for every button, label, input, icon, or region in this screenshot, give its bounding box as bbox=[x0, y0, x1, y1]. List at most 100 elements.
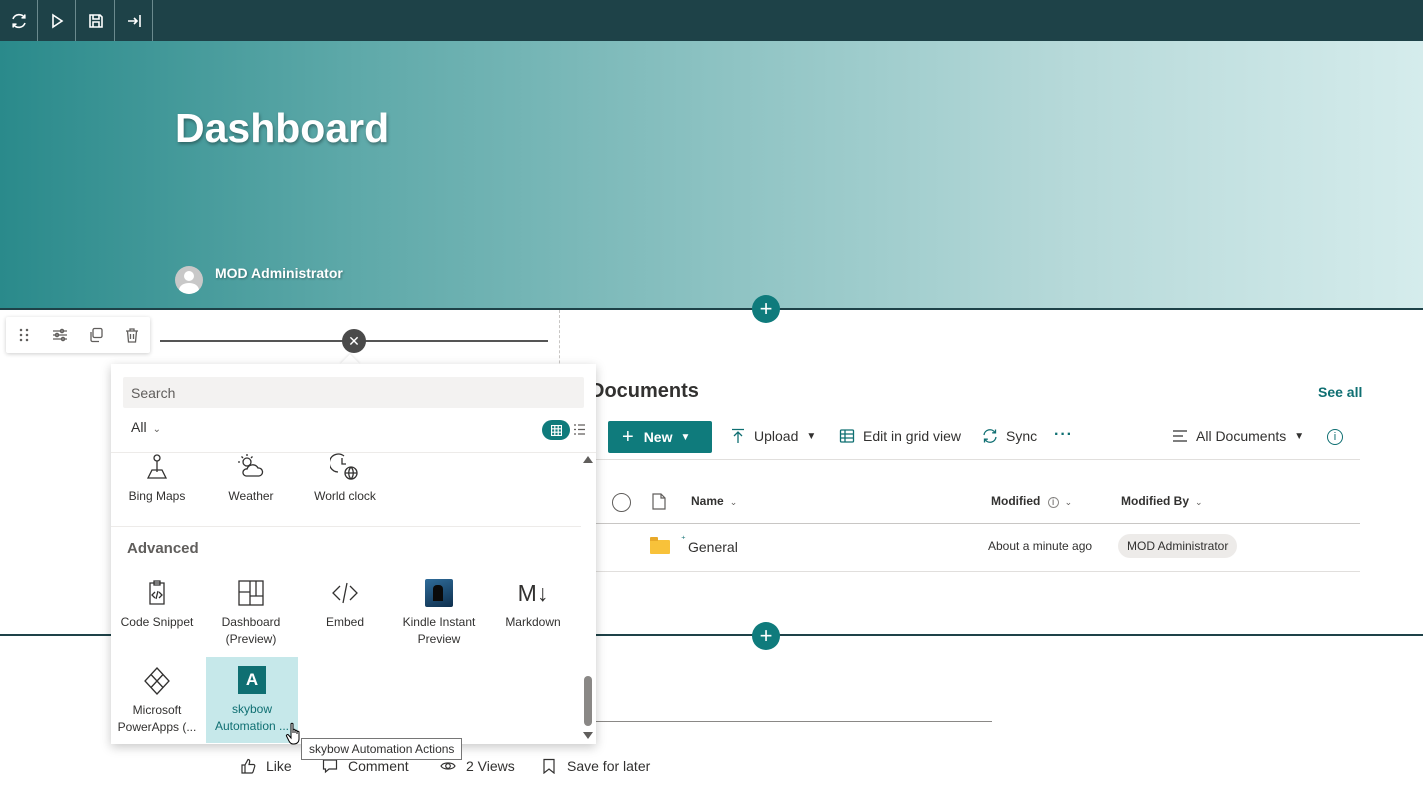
tile-label: World clock bbox=[314, 489, 376, 503]
close-toolbox-button[interactable]: ✕ bbox=[342, 329, 366, 353]
tile-kindle-instant-preview[interactable]: Kindle Instant Preview bbox=[393, 576, 485, 648]
drag-handle[interactable] bbox=[6, 317, 42, 353]
chevron-down-icon: ⌄ bbox=[1064, 497, 1073, 507]
edit-grid-label: Edit in grid view bbox=[863, 428, 962, 444]
upload-label: Upload bbox=[754, 428, 799, 444]
more-commands-button[interactable]: ··· bbox=[1054, 426, 1073, 444]
save-icon bbox=[88, 13, 103, 28]
delete-button[interactable] bbox=[114, 317, 150, 353]
info-icon[interactable]: i bbox=[1327, 429, 1343, 445]
chevron-down-icon: ▼ bbox=[1294, 430, 1305, 442]
tile-label: Bing Maps bbox=[128, 489, 186, 503]
column-header-modified[interactable]: Modified i ⌄ bbox=[991, 494, 1072, 508]
views-label: 2 Views bbox=[466, 758, 515, 774]
duplicate-button[interactable] bbox=[78, 317, 114, 353]
category-filter[interactable]: All ⌄ bbox=[131, 419, 161, 435]
world-clock-icon bbox=[299, 450, 391, 484]
chevron-down-icon: ⌄ bbox=[1195, 497, 1203, 507]
exit-icon bbox=[127, 14, 141, 27]
folder-icon bbox=[650, 537, 670, 554]
bookmark-icon bbox=[543, 758, 555, 774]
grid-view-toggle[interactable] bbox=[542, 420, 570, 440]
tile-weather[interactable]: Weather bbox=[205, 450, 297, 505]
list-view-icon bbox=[1173, 430, 1187, 442]
like-icon bbox=[241, 758, 256, 774]
play-icon bbox=[51, 13, 63, 28]
page-title[interactable]: Dashboard bbox=[175, 105, 389, 152]
see-all-link[interactable]: See all bbox=[1318, 384, 1362, 400]
chevron-down-icon: ▼ bbox=[806, 430, 817, 442]
code-snippet-icon bbox=[111, 576, 203, 610]
skybow-icon: A bbox=[238, 666, 266, 694]
like-button[interactable]: Like bbox=[240, 758, 292, 774]
add-section-button-top[interactable]: + bbox=[752, 295, 780, 323]
settings-sliders-icon bbox=[53, 328, 67, 342]
new-item-icon: ⁺ bbox=[681, 534, 686, 544]
tile-dashboard-preview[interactable]: Dashboard (Preview) bbox=[205, 576, 297, 648]
comment-button[interactable]: Comment bbox=[322, 758, 409, 774]
column-modified-label: Modified bbox=[991, 494, 1041, 508]
tile-bing-maps[interactable]: Bing Maps bbox=[111, 450, 203, 505]
list-view-toggle[interactable] bbox=[573, 423, 586, 441]
tile-label: Microsoft PowerApps (... bbox=[117, 703, 197, 734]
tile-label: Dashboard (Preview) bbox=[221, 615, 281, 646]
column-modified-by-label: Modified By bbox=[1121, 494, 1189, 508]
tile-powerapps[interactable]: Microsoft PowerApps (... bbox=[111, 664, 203, 736]
filter-label: All bbox=[131, 419, 147, 435]
save-button[interactable] bbox=[77, 0, 115, 41]
view-selector[interactable]: All Documents ▼ bbox=[1172, 428, 1304, 444]
file-type-icon bbox=[652, 493, 666, 515]
hand-cursor-icon bbox=[285, 722, 303, 751]
tile-label: Kindle Instant Preview bbox=[402, 615, 476, 646]
plus-icon: + bbox=[622, 426, 634, 448]
chevron-down-icon: ⌄ bbox=[729, 497, 738, 507]
markdown-icon: M↓ bbox=[517, 579, 549, 606]
save-for-later-label: Save for later bbox=[567, 758, 651, 774]
sync-button[interactable]: Sync bbox=[982, 428, 1037, 444]
tile-label: Embed bbox=[325, 615, 365, 629]
webpart-toolbox: All ⌄ Bing Maps Weather World clock Advan… bbox=[111, 364, 596, 744]
section-divider-top bbox=[0, 308, 1423, 310]
view-label: All Documents bbox=[1196, 428, 1287, 444]
sync-icon bbox=[983, 429, 997, 443]
upload-button[interactable]: Upload ▼ bbox=[730, 428, 816, 444]
select-all-checkbox[interactable] bbox=[612, 493, 631, 512]
new-button[interactable]: + New ▼ bbox=[608, 421, 712, 453]
chevron-down-icon: ▼ bbox=[680, 431, 691, 443]
top-command-bar bbox=[0, 0, 1423, 41]
comment-icon bbox=[322, 759, 338, 774]
documents-title[interactable]: Documents bbox=[590, 380, 699, 403]
grid-icon bbox=[550, 424, 562, 436]
edit-grid-button[interactable]: Edit in grid view bbox=[839, 428, 961, 444]
tile-markdown[interactable]: M↓ Markdown bbox=[487, 576, 579, 631]
row-name[interactable]: General bbox=[688, 539, 738, 555]
column-header-name[interactable]: Name ⌄ bbox=[691, 494, 737, 508]
exit-edit-button[interactable] bbox=[115, 0, 153, 41]
column-name-label: Name bbox=[691, 494, 724, 508]
column-header-modified-by[interactable]: Modified By ⌄ bbox=[1121, 494, 1203, 508]
scroll-up-arrow[interactable] bbox=[583, 456, 593, 463]
duplicate-icon bbox=[90, 327, 103, 343]
play-button[interactable] bbox=[38, 0, 76, 41]
search-input[interactable] bbox=[123, 377, 584, 408]
tooltip: skybow Automation Actions bbox=[301, 738, 463, 760]
tile-embed[interactable]: Embed bbox=[299, 576, 391, 631]
comment-label: Comment bbox=[348, 758, 409, 774]
row-modified-by[interactable]: MOD Administrator bbox=[1118, 534, 1238, 558]
new-label: New bbox=[643, 429, 673, 445]
upload-icon bbox=[732, 428, 744, 443]
save-for-later-button[interactable]: Save for later bbox=[541, 758, 650, 774]
scroll-down-arrow[interactable] bbox=[583, 732, 593, 739]
sync-label: Sync bbox=[1006, 428, 1038, 444]
refresh-button[interactable] bbox=[0, 0, 38, 41]
group-divider bbox=[111, 526, 581, 527]
tile-code-snippet[interactable]: Code Snippet bbox=[111, 576, 203, 631]
webpart-toolbar bbox=[6, 317, 150, 353]
scrollbar-thumb[interactable] bbox=[584, 676, 592, 726]
edit-properties-button[interactable] bbox=[42, 317, 78, 353]
grid-view-icon bbox=[839, 429, 855, 443]
kindle-icon bbox=[425, 579, 453, 607]
like-label: Like bbox=[266, 758, 292, 774]
tile-world-clock[interactable]: World clock bbox=[299, 450, 391, 505]
add-section-button-bottom[interactable]: + bbox=[752, 622, 780, 650]
